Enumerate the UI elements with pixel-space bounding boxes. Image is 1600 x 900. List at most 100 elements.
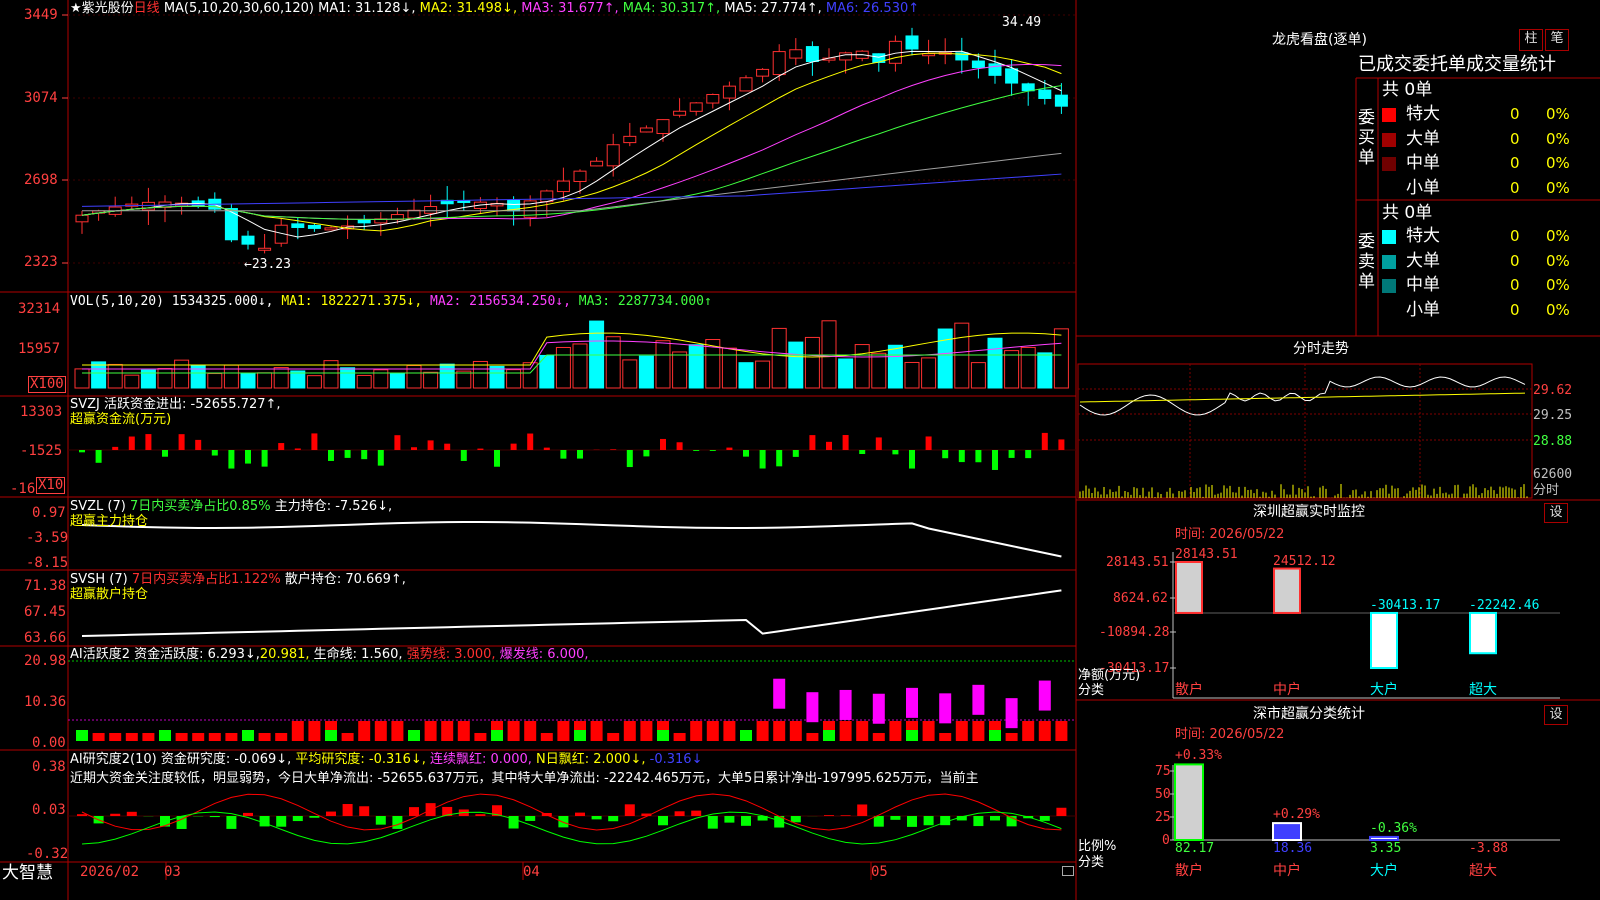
active-red-bar [540, 733, 553, 741]
svzl-header: SVZL (7) 7日内买卖净占比0.85% 主力持仓: -7.526↓, [70, 499, 392, 514]
research-bar [243, 812, 253, 816]
volume-bar [1020, 346, 1036, 389]
active-red-bar [1022, 721, 1035, 741]
classify-ratio-label: 18.36 [1273, 841, 1313, 856]
monitor-category-label: 散户 [1175, 682, 1203, 698]
volume-bar [721, 347, 737, 389]
classify-category-label: 超大 [1469, 863, 1497, 879]
volume-bar [555, 346, 571, 389]
ai-active-title[interactable]: AI活跃度2 [70, 647, 130, 662]
monitor-tick: 28143.51 [1106, 555, 1169, 570]
research-bar [392, 816, 403, 829]
active-green-bar [740, 730, 752, 741]
research-bar [359, 806, 370, 816]
fund-flow-bar [776, 450, 783, 467]
volume-bar [489, 365, 505, 389]
svsh-ratio: 7日内买卖净占比1.122% [131, 572, 281, 587]
volume-bar [356, 374, 372, 389]
research-bar [326, 811, 336, 816]
fund-flow-bar [311, 433, 318, 450]
volume-bar [887, 344, 903, 389]
active-red-bar [773, 721, 786, 741]
fund-flow-bar [261, 450, 268, 467]
monitor-bar-value: 24512.12 [1273, 553, 1336, 569]
ai-research-avg: 平均研究度: -0.316↓, [295, 752, 426, 767]
active-green-bar [989, 730, 1001, 741]
research-bar [525, 816, 536, 821]
active-burst-bar [906, 687, 918, 718]
ma1-value: MA1: 31.128↓, [318, 1, 416, 16]
candle-body [1038, 89, 1052, 99]
research-bar [890, 816, 901, 820]
sell-row-pct: 0% [1546, 227, 1570, 245]
sell-row-name: 大单 [1406, 250, 1440, 271]
pen-mode-button[interactable]: 笔 [1545, 29, 1569, 51]
volume-bar [854, 344, 870, 389]
vol-value: 1534325.000↓, [171, 294, 274, 309]
fund-flow-bar [394, 435, 401, 450]
vol-ma1: MA1: 1822271.375↓, [281, 294, 423, 309]
active-red-bar [524, 721, 537, 741]
svsh-title[interactable]: SVSH (7) [70, 572, 128, 587]
candle-body [224, 208, 238, 241]
stock-name[interactable]: ★紫光股份 [70, 1, 134, 16]
bar-mode-button[interactable]: 柱 [1519, 29, 1543, 51]
candle-body [706, 94, 720, 104]
intraday-tick-0: 29.62 [1533, 383, 1573, 398]
active-red-bar [457, 721, 470, 741]
svsh-subtitle: 超赢散户持仓 [70, 587, 149, 602]
fund-flow-bar [344, 450, 351, 458]
active-green-bar [76, 730, 88, 741]
volume-bar [954, 322, 970, 389]
volume-bar [389, 372, 405, 389]
intraday-tick-2: 28.88 [1533, 434, 1573, 449]
fund-flow-bar [377, 450, 384, 466]
fund-flow-bar [95, 450, 102, 463]
active-red-bar [972, 721, 985, 741]
ma-line [82, 152, 1062, 212]
sell-row-color-swatch [1382, 279, 1396, 293]
lock-icon[interactable] [1062, 866, 1074, 876]
active-red-bar [607, 733, 620, 741]
candle-body [258, 247, 272, 251]
fund-flow-bar [427, 440, 434, 450]
buy-row-pct: 0% [1546, 105, 1570, 123]
active-burst-bar [806, 692, 819, 723]
fund-flow-bar [1025, 450, 1032, 459]
volume-bar [240, 372, 256, 389]
retail-line [81, 589, 1062, 637]
classify-settings-button[interactable]: 设 [1544, 705, 1568, 725]
svzj-tick-0: 13303 [20, 404, 63, 420]
active-red-bar [1038, 721, 1051, 741]
svzl-title[interactable]: SVZL (7) [70, 499, 126, 514]
fund-flow-bar [328, 450, 334, 461]
svsh-header: SVSH (7) 7日内买卖净占比1.122% 散户持仓: 70.669↑, [70, 572, 406, 587]
research-bar [292, 816, 303, 822]
monitor-settings-button[interactable]: 设 [1544, 503, 1568, 523]
vol-title[interactable]: VOL(5,10,20) [70, 294, 164, 309]
volume-bar [439, 363, 455, 389]
classify-category-label: 中户 [1273, 863, 1301, 879]
vol-ma3: MA3: 2287734.000↑ [578, 294, 712, 309]
volume-bar [987, 337, 1003, 389]
svzj-title[interactable]: SVZJ 活跃资金进出: -52655.727↑, [70, 397, 281, 412]
ai-active-tick-1: 10.36 [24, 694, 67, 710]
active-red-bar [706, 721, 719, 741]
volume-bar [91, 361, 107, 389]
price-tick-2: 2698 [24, 172, 58, 188]
monitor-category-label: 大户 [1370, 682, 1398, 698]
research-bar [309, 816, 320, 818]
active-red-bar [1055, 721, 1068, 741]
period-label[interactable]: 日线 [134, 1, 160, 16]
ai-research-value: 资金研究度: -0.069↓, [160, 752, 292, 767]
ai-research-title[interactable]: AI研究度2(10) [70, 752, 157, 767]
active-red-bar [258, 733, 271, 741]
volume-bar [157, 368, 173, 389]
fund-flow-bar [460, 450, 467, 461]
active-red-bar [1005, 733, 1018, 741]
active-red-bar [109, 733, 122, 741]
sell-count: 共 0单 [1382, 203, 1433, 223]
volume-bar [622, 359, 638, 389]
monitor-category-label: 中户 [1273, 682, 1301, 698]
research-bar [691, 810, 702, 816]
